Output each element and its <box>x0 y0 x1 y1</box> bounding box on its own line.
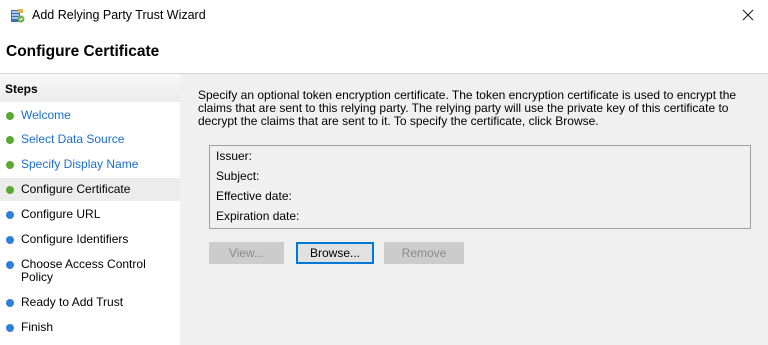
expiration-date-label: Expiration date: <box>216 209 300 223</box>
step-pending-icon <box>6 261 14 269</box>
step-ready-to-add-trust: Ready to Add Trust <box>0 293 180 313</box>
step-select-data-source[interactable]: Select Data Source <box>0 130 180 150</box>
step-label: Configure URL <box>21 207 101 221</box>
remove-button: Remove <box>384 242 464 264</box>
step-choose-access-control-policy: Choose Access Control Policy <box>0 255 180 287</box>
instruction-text: Specify an optional token encryption cer… <box>198 88 737 128</box>
view-button: View... <box>209 242 284 264</box>
close-icon <box>742 9 754 21</box>
issuer-label: Issuer: <box>216 149 253 163</box>
step-finish: Finish <box>0 318 180 338</box>
step-label: Specify Display Name <box>21 157 139 171</box>
server-trust-icon <box>11 9 25 23</box>
step-label: Choose Access Control Policy <box>21 257 146 284</box>
step-configure-url: Configure URL <box>0 205 180 225</box>
step-label: Ready to Add Trust <box>21 295 124 309</box>
certificate-info-box: Issuer: Subject: Effective date: Expirat… <box>209 145 751 229</box>
step-label: Finish <box>21 320 54 334</box>
window-title: Add Relying Party Trust Wizard <box>32 8 206 22</box>
step-specify-display-name[interactable]: Specify Display Name <box>0 155 180 175</box>
step-welcome[interactable]: Welcome <box>0 106 180 126</box>
effective-date-label: Effective date: <box>216 189 292 203</box>
step-complete-icon <box>6 161 14 169</box>
steps-sidebar: Steps Welcome Select Data Source Specify… <box>0 74 180 345</box>
step-pending-icon <box>6 299 14 307</box>
step-pending-icon <box>6 211 14 219</box>
step-label: Configure Identifiers <box>21 232 129 246</box>
browse-button[interactable]: Browse... <box>296 242 374 264</box>
step-pending-icon <box>6 324 14 332</box>
step-complete-icon <box>6 112 14 120</box>
step-label: Welcome <box>21 108 71 122</box>
subject-label: Subject: <box>216 169 260 183</box>
step-complete-icon <box>6 136 14 144</box>
step-label: Select Data Source <box>21 132 125 146</box>
step-current-icon <box>6 186 14 194</box>
step-configure-certificate[interactable]: Configure Certificate <box>0 178 180 201</box>
step-configure-identifiers: Configure Identifiers <box>0 230 180 250</box>
step-label: Configure Certificate <box>21 182 131 196</box>
steps-title: Steps <box>5 82 38 96</box>
page-header: Configure Certificate <box>0 32 768 72</box>
close-button[interactable] <box>728 0 768 30</box>
steps-header: Steps <box>0 74 180 102</box>
page-title: Configure Certificate <box>6 43 160 60</box>
main-content: Specify an optional token encryption cer… <box>180 74 768 345</box>
step-pending-icon <box>6 236 14 244</box>
title-bar: Add Relying Party Trust Wizard <box>0 0 768 32</box>
